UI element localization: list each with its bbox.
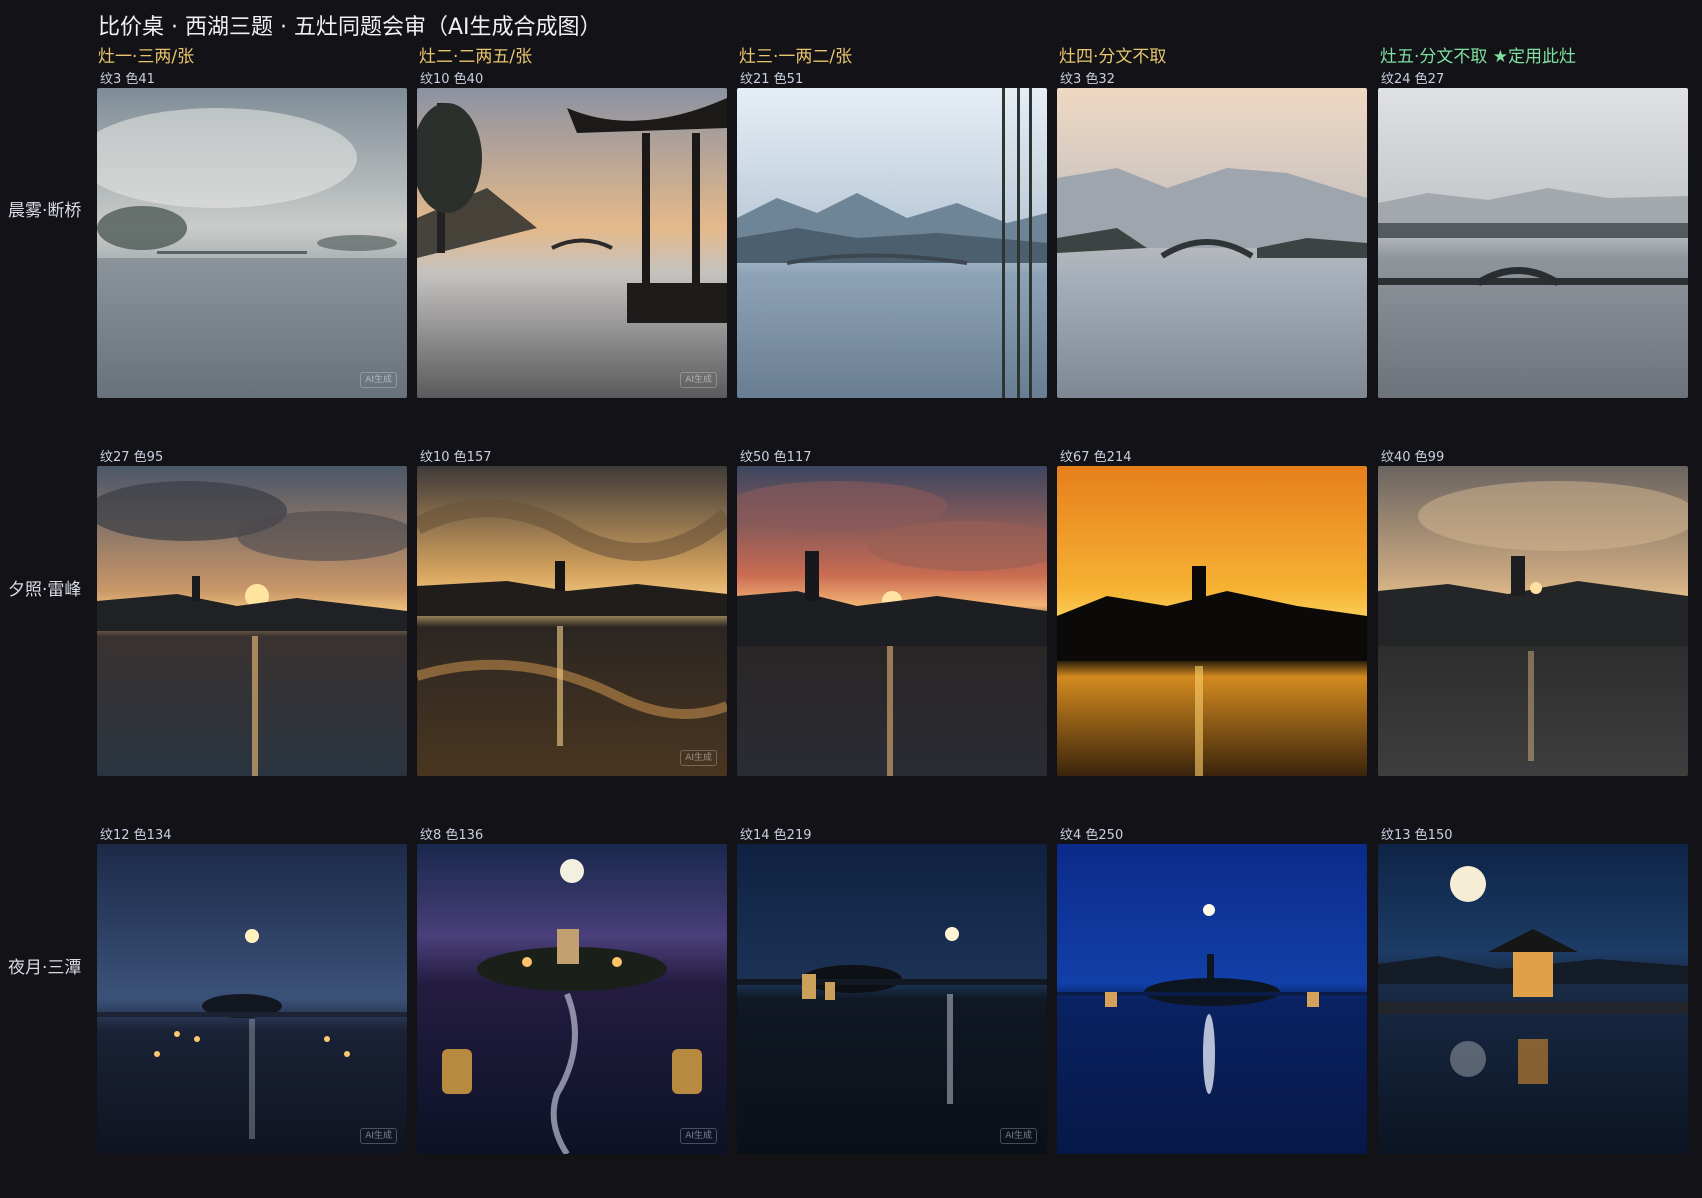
image-thumbnail-r2-c3[interactable] xyxy=(737,466,1047,776)
image-thumbnail-r2-c1[interactable] xyxy=(97,466,407,776)
cell-metric: 纹10 色157 xyxy=(420,450,492,465)
cell-metric: 纹4 色250 xyxy=(1060,828,1124,843)
cell-metric: 纹50 色117 xyxy=(740,450,812,465)
cell-metric: 纹3 色32 xyxy=(1060,72,1115,87)
image-thumbnail-r1-c2[interactable]: AI生成 xyxy=(417,88,727,398)
page-title: 比价桌 · 西湖三题 · 五灶同题会审（AI生成合成图） xyxy=(98,15,602,40)
cell-metric: 纹12 色134 xyxy=(100,828,172,843)
column-header-stove-1: 灶一·三两/张 xyxy=(98,47,195,67)
ai-watermark: AI生成 xyxy=(680,1128,717,1144)
row-label-morning-mist: 晨雾·断桥 xyxy=(8,201,82,221)
image-thumbnail-r1-c5[interactable] xyxy=(1378,88,1688,398)
cell-metric: 纹13 色150 xyxy=(1381,828,1453,843)
cell-metric: 纹8 色136 xyxy=(420,828,484,843)
image-thumbnail-r3-c2[interactable]: AI生成 xyxy=(417,844,727,1154)
cell-metric: 纹10 色40 xyxy=(420,72,484,87)
ai-watermark: AI生成 xyxy=(360,372,397,388)
ai-watermark: AI生成 xyxy=(680,750,717,766)
image-thumbnail-r1-c3[interactable] xyxy=(737,88,1047,398)
image-thumbnail-r2-c4[interactable] xyxy=(1057,466,1367,776)
row-label-sunset-leifeng: 夕照·雷峰 xyxy=(8,580,82,600)
ai-watermark: AI生成 xyxy=(360,1128,397,1144)
image-thumbnail-r3-c1[interactable]: AI生成 xyxy=(97,844,407,1154)
cell-metric: 纹14 色219 xyxy=(740,828,812,843)
ai-watermark: AI生成 xyxy=(680,372,717,388)
cell-metric: 纹40 色99 xyxy=(1381,450,1445,465)
image-thumbnail-r3-c5[interactable] xyxy=(1378,844,1688,1154)
cell-metric: 纹27 色95 xyxy=(100,450,164,465)
cell-metric: 纹24 色27 xyxy=(1381,72,1445,87)
cell-metric: 纹67 色214 xyxy=(1060,450,1132,465)
image-thumbnail-r3-c3[interactable]: AI生成 xyxy=(737,844,1047,1154)
image-thumbnail-r2-c5[interactable] xyxy=(1378,466,1688,776)
column-header-stove-2: 灶二·二两五/张 xyxy=(419,47,533,67)
image-thumbnail-r1-c4[interactable] xyxy=(1057,88,1367,398)
row-label-night-moon: 夜月·三潭 xyxy=(8,958,82,978)
cell-metric: 纹3 色41 xyxy=(100,72,155,87)
image-thumbnail-r3-c4[interactable] xyxy=(1057,844,1367,1154)
cell-metric: 纹21 色51 xyxy=(740,72,804,87)
image-thumbnail-r1-c1[interactable]: AI生成 xyxy=(97,88,407,398)
image-thumbnail-r2-c2[interactable]: AI生成 xyxy=(417,466,727,776)
column-header-stove-3: 灶三·一两二/张 xyxy=(739,47,853,67)
column-header-stove-5-chosen: 灶五·分文不取 ★定用此灶 xyxy=(1380,47,1577,67)
ai-watermark: AI生成 xyxy=(1000,1128,1037,1144)
column-header-stove-4: 灶四·分文不取 xyxy=(1059,47,1167,67)
